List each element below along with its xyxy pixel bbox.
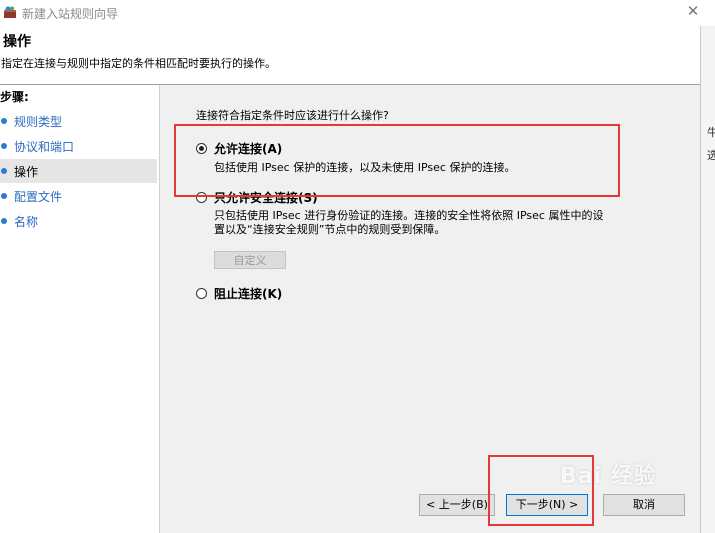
close-icon[interactable]: ✕	[684, 2, 702, 20]
cancel-button[interactable]: 取消	[603, 494, 685, 516]
page-description: 指定在连接与规则中指定的条件相匹配时要执行的操作。	[1, 57, 276, 70]
next-button[interactable]: 下一步(N) >	[506, 494, 588, 516]
back-button[interactable]: < 上一步(B)	[419, 494, 495, 516]
block-connection-radio[interactable]	[196, 288, 207, 299]
allow-connection-radio[interactable]	[196, 143, 207, 154]
title-bar: 新建入站规则向导 ✕	[0, 0, 715, 26]
secure-connection-description-line1: 只包括使用 IPsec 进行身份验证的连接。连接的安全性将依照 IPsec 属性…	[214, 209, 604, 222]
step-bullet-icon	[1, 168, 7, 174]
step-bullet-icon	[1, 218, 7, 224]
customize-button[interactable]: 自定义	[214, 251, 286, 269]
step-label: 规则类型	[14, 115, 63, 129]
step-label: 名称	[14, 215, 39, 229]
edge-text-2: 选	[707, 147, 715, 163]
step-name[interactable]: 名称	[0, 209, 157, 233]
step-label: 协议和端口	[14, 140, 75, 154]
block-connection-label[interactable]: 阻止连接(K)	[214, 285, 282, 302]
background-window-edge: 牛 选	[700, 26, 715, 533]
allow-connection-label[interactable]: 允许连接(A)	[214, 140, 282, 157]
step-rule-type[interactable]: 规则类型	[0, 109, 157, 133]
window-title: 新建入站规则向导	[22, 7, 119, 21]
firewall-wizard-icon	[4, 6, 16, 18]
step-profile[interactable]: 配置文件	[0, 184, 157, 208]
allow-connection-description: 包括使用 IPsec 保护的连接，以及未使用 IPsec 保护的连接。	[214, 161, 516, 174]
watermark: Bai 经验	[560, 464, 657, 489]
step-label: 配置文件	[14, 190, 63, 204]
step-label: 操作	[14, 165, 39, 179]
steps-label: 步骤:	[0, 90, 29, 104]
secure-connection-radio[interactable]	[196, 192, 207, 203]
step-bullet-icon	[1, 118, 7, 124]
step-bullet-icon	[1, 193, 7, 199]
action-question: 连接符合指定条件时应该进行什么操作?	[196, 109, 389, 122]
secure-connection-label[interactable]: 只允许安全连接(S)	[214, 189, 318, 206]
step-action[interactable]: 操作	[0, 159, 157, 183]
page-header: 操作 指定在连接与规则中指定的条件相匹配时要执行的操作。	[0, 26, 700, 85]
steps-pane: 步骤: 规则类型 协议和端口 操作 配置文件 名称	[0, 85, 159, 533]
secure-connection-description-line2: 置以及“连接安全规则”节点中的规则受到保障。	[214, 223, 446, 236]
step-protocol-ports[interactable]: 协议和端口	[0, 134, 157, 158]
edge-text-1: 牛	[707, 124, 715, 140]
page-title: 操作	[3, 34, 31, 50]
step-bullet-icon	[1, 143, 7, 149]
